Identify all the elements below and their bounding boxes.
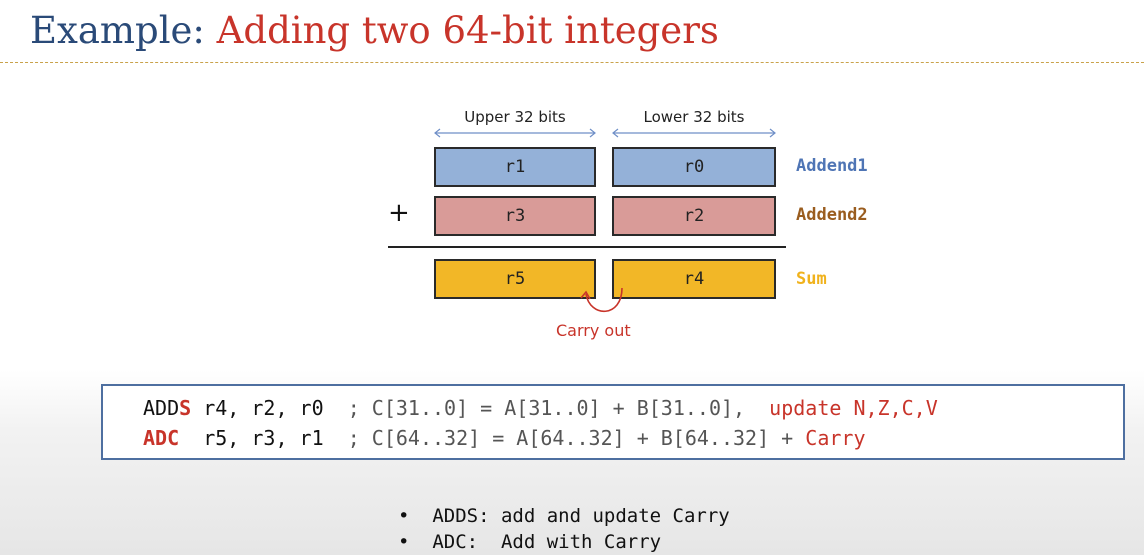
code-line-adds: ADDS r4, r2, r0 ; C[31..0] = A[31..0] + … [143,394,938,422]
register-box-r0: r0 [612,147,776,187]
note-adc-text: ADC: Add with Carry [432,531,662,553]
note-adc: • ADC: Add with Carry [398,531,662,553]
slide-title: Example: Adding two 64-bit integers [30,6,719,56]
code-line-adc: ADC r5, r3, r1 ; C[64..32] = A[64..32] +… [143,424,865,452]
adds-comment-flags: update N,Z,C,V [745,396,938,420]
carry-out-label: Carry out [556,321,631,340]
addend1-label: Addend1 [796,156,868,176]
register-box-r2: r2 [612,196,776,236]
adc-op: ADC [143,426,180,450]
adds-args: r4, r2, r0 [191,396,348,420]
lower-32-bits-header: Lower 32 bits [643,108,745,126]
sum-label: Sum [796,269,827,289]
register-box-r1: r1 [434,147,596,187]
adc-comment: ; C[64..32] = A[64..32] + B[64..32] + [347,426,794,450]
adc-comment-carry: Carry [793,426,866,450]
carry-arrow-icon [580,287,623,313]
adds-comment: ; C[31..0] = A[31..0] + B[31..0], [347,396,746,420]
title-prefix: Example: [30,9,217,52]
upper-32-bits-header: Upper 32 bits [464,108,566,126]
plus-sign: + [388,198,410,228]
adds-op: ADD [143,396,180,420]
title-divider [0,62,1144,63]
register-box-r4: r4 [612,259,776,299]
register-box-r3: r3 [434,196,596,236]
adc-args: r5, r3, r1 [179,426,348,450]
note-adds: • ADDS: add and update Carry [398,505,730,527]
adds-op-suffix: S [179,396,192,420]
assembly-code-box: ADDS r4, r2, r0 ; C[31..0] = A[31..0] + … [101,384,1125,460]
title-highlight: Adding two 64-bit integers [216,9,719,52]
bit-width-arrows [434,128,776,138]
addend2-label: Addend2 [796,205,868,225]
note-adds-text: ADDS: add and update Carry [432,505,730,527]
sum-line [388,246,786,248]
